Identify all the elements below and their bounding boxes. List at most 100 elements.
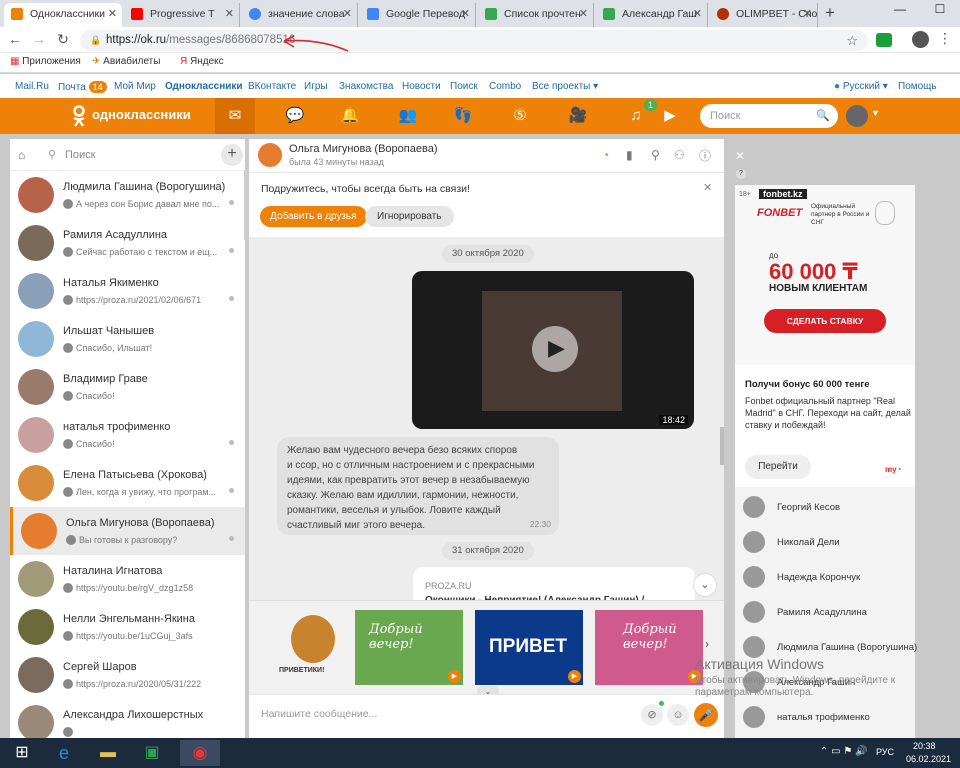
messages-icon[interactable]: ✉ — [215, 98, 255, 134]
guests-icon[interactable]: 👣 — [443, 104, 483, 128]
search-icon[interactable]: 🔍 — [816, 104, 830, 128]
friend-item[interactable]: Георгий Кесов — [735, 490, 915, 524]
ad-banner[interactable]: 18+ fonbet.kz FONBET Официальный партнер… — [735, 185, 915, 365]
sticker-item[interactable]: ПРИВЕТИКИ! — [271, 613, 353, 683]
add-member-icon[interactable]: ⚇ — [674, 148, 685, 162]
link-pochta[interactable]: Почта 14 — [58, 81, 107, 93]
video-call-icon[interactable]: ▮ — [626, 148, 633, 162]
ignore-button[interactable]: Игнорировать — [365, 206, 454, 227]
friend-item[interactable]: Надежда Корончук — [735, 560, 915, 594]
language-select[interactable]: ● Русский ▾ — [834, 81, 888, 92]
minimize-window-button[interactable]: — — [880, 0, 920, 20]
close-tab-icon[interactable]: ✕ — [803, 3, 812, 25]
chat-list-item[interactable]: Ольга Мигунова (Воропаева) Вы готовы к ра… — [10, 507, 245, 555]
sticker-item[interactable]: Добрый вечер! ▶ — [595, 610, 703, 685]
language-indicator[interactable]: РУС — [876, 747, 894, 757]
new-tab-button[interactable]: + — [820, 3, 840, 23]
chat-list-item[interactable]: Наталина Игнатова https://youtu.be/rgV_dz… — [10, 555, 245, 603]
notifications-icon[interactable]: 🔔 — [330, 104, 370, 128]
message-input[interactable]: Напишите сообщение... — [261, 708, 377, 720]
smiley-icon[interactable]: ☺ — [667, 704, 689, 726]
next-stickers-icon[interactable]: › — [705, 637, 709, 651]
microphone-icon[interactable]: 🎤 — [694, 703, 718, 727]
search-chat-icon[interactable]: ⚲ — [651, 148, 660, 162]
browser-tab[interactable]: Список прочтен ✕ — [478, 3, 594, 27]
start-button[interactable]: ⊞ — [4, 740, 40, 766]
bookmark-star-icon[interactable]: ☆ — [846, 30, 858, 51]
explorer-icon[interactable]: ▬ — [90, 740, 126, 766]
friend-item[interactable]: Николай Дели — [735, 525, 915, 559]
browser-tab[interactable]: Одноклассники ✕ — [4, 3, 122, 27]
browser-tab[interactable]: Google Перевод ✕ — [360, 3, 476, 27]
ok-logo-icon[interactable] — [72, 105, 86, 127]
friend-item[interactable]: Рамиля Асадуллина — [735, 595, 915, 629]
tray-icons[interactable]: ⌃ ▭ ⚑ 🔊 — [820, 746, 868, 757]
browser-tab[interactable]: Александр Гаш ✕ — [596, 3, 708, 27]
close-tab-icon[interactable]: ✕ — [693, 3, 702, 25]
sticker-item[interactable]: ПРИВЕТ ▶ — [475, 610, 583, 685]
close-tab-icon[interactable]: ✕ — [343, 3, 352, 25]
chat-list-item[interactable]: Людмила Гашина (Ворогушина) А через сон Б… — [10, 171, 245, 219]
reload-icon[interactable]: ↻ — [54, 31, 72, 48]
url-field[interactable]: 🔒 https://ok.ru/messages/86868078516 ☆ — [80, 30, 868, 51]
close-icon[interactable]: ✕ — [703, 181, 712, 194]
friend-item[interactable]: наталья трофименко — [735, 700, 915, 734]
link-combo[interactable]: Combo — [489, 81, 521, 92]
chat-scrollbar[interactable] — [720, 427, 724, 465]
link-moy-mir[interactable]: Мой Мир — [114, 81, 156, 92]
chat-list-item[interactable]: наталья трофименко Спасибо! — [10, 411, 245, 459]
browser-tab[interactable]: значение слова ✕ — [242, 3, 358, 27]
extension-icon[interactable] — [876, 33, 892, 47]
chat-list-item[interactable]: Нелли Энгельманн-Якина https://youtu.be/1… — [10, 603, 245, 651]
chat-list-item[interactable]: Владимир Граве Спасибо! — [10, 363, 245, 411]
ie-icon[interactable]: e — [46, 740, 82, 766]
browser-tab[interactable]: OLIMPBET - Спо ✕ — [710, 3, 818, 27]
close-chat-icon[interactable]: ✕ — [735, 149, 745, 163]
chrome-taskbar-icon[interactable]: ◉ — [180, 740, 220, 766]
chat-list-item[interactable]: Сергей Шаров https://proza.ru/2020/05/31/… — [10, 651, 245, 699]
contact-avatar[interactable] — [258, 143, 282, 167]
friends-icon[interactable]: 👥 — [388, 104, 428, 128]
link-all-projects[interactable]: Все проекты ▾ — [532, 81, 598, 92]
forward-icon[interactable]: → — [30, 31, 48, 47]
chat-list-item[interactable]: Рамиля Асадуллина Сейчас работаю с тексто… — [10, 219, 245, 267]
ad-panel[interactable]: 18+ fonbet.kz FONBET Официальный партнер… — [735, 185, 915, 487]
chat-search-input[interactable]: Поиск — [65, 149, 95, 161]
play-icon[interactable]: ▶ — [650, 104, 690, 128]
home-icon[interactable]: ⌂ — [18, 148, 25, 162]
link-help[interactable]: Помощь — [898, 81, 937, 92]
chat-list-item[interactable]: Елена Патысьева (Хрокова) Лен, когда я ув… — [10, 459, 245, 507]
close-tab-icon[interactable]: ✕ — [579, 3, 588, 25]
contact-name[interactable]: Ольга Мигунова (Воропаева) — [289, 143, 437, 155]
bookmark-yandex[interactable]: Я Яндекс — [180, 56, 224, 67]
link-dating[interactable]: Знакомства — [339, 81, 393, 92]
clock-time[interactable]: 20:38 — [913, 741, 936, 751]
ok-search-input[interactable]: Поиск 🔍 — [700, 104, 838, 128]
user-avatar[interactable] — [846, 105, 868, 127]
video-message[interactable]: ▶ 18:42 — [412, 271, 694, 429]
info-icon[interactable]: ⓘ — [699, 147, 711, 164]
link-search[interactable]: Поиск — [450, 81, 478, 92]
message-bubble[interactable]: Желаю вам чудесного вечера безо всяких с… — [277, 437, 559, 535]
new-chat-button[interactable]: + — [221, 144, 243, 166]
ok-logo-text[interactable]: одноклассники — [92, 107, 191, 122]
close-tab-icon[interactable]: ✕ — [225, 3, 234, 25]
store-icon[interactable]: ▣ — [134, 740, 170, 766]
bet-button[interactable]: СДЕЛАТЬ СТАВКУ — [764, 309, 886, 333]
link-vk[interactable]: ВКонтакте — [248, 81, 296, 92]
clock-date[interactable]: 06.02.2021 — [906, 754, 951, 764]
chat-list-item[interactable]: Александра Лихошерстных — [10, 699, 245, 739]
events-icon[interactable]: ⑤ — [500, 104, 540, 128]
link-mailru[interactable]: Mail.Ru — [15, 81, 49, 92]
chrome-menu-icon[interactable]: ⋮ — [938, 30, 952, 47]
go-button[interactable]: Перейти — [745, 455, 811, 479]
call-icon[interactable]: ◔ — [602, 148, 609, 162]
profile-avatar[interactable] — [912, 31, 929, 48]
maximize-window-button[interactable]: ☐ — [920, 0, 960, 20]
chat-list-item[interactable]: Ильшат Чанышев Спасибо, Ильшат! — [10, 315, 245, 363]
scroll-down-button[interactable]: ⌄ — [693, 573, 717, 597]
chat-list-scrollbar[interactable] — [244, 170, 248, 240]
video-icon[interactable]: 🎥 — [558, 104, 598, 128]
browser-tab[interactable]: Progressive T ✕ — [124, 3, 240, 27]
link-news[interactable]: Новости — [402, 81, 441, 92]
